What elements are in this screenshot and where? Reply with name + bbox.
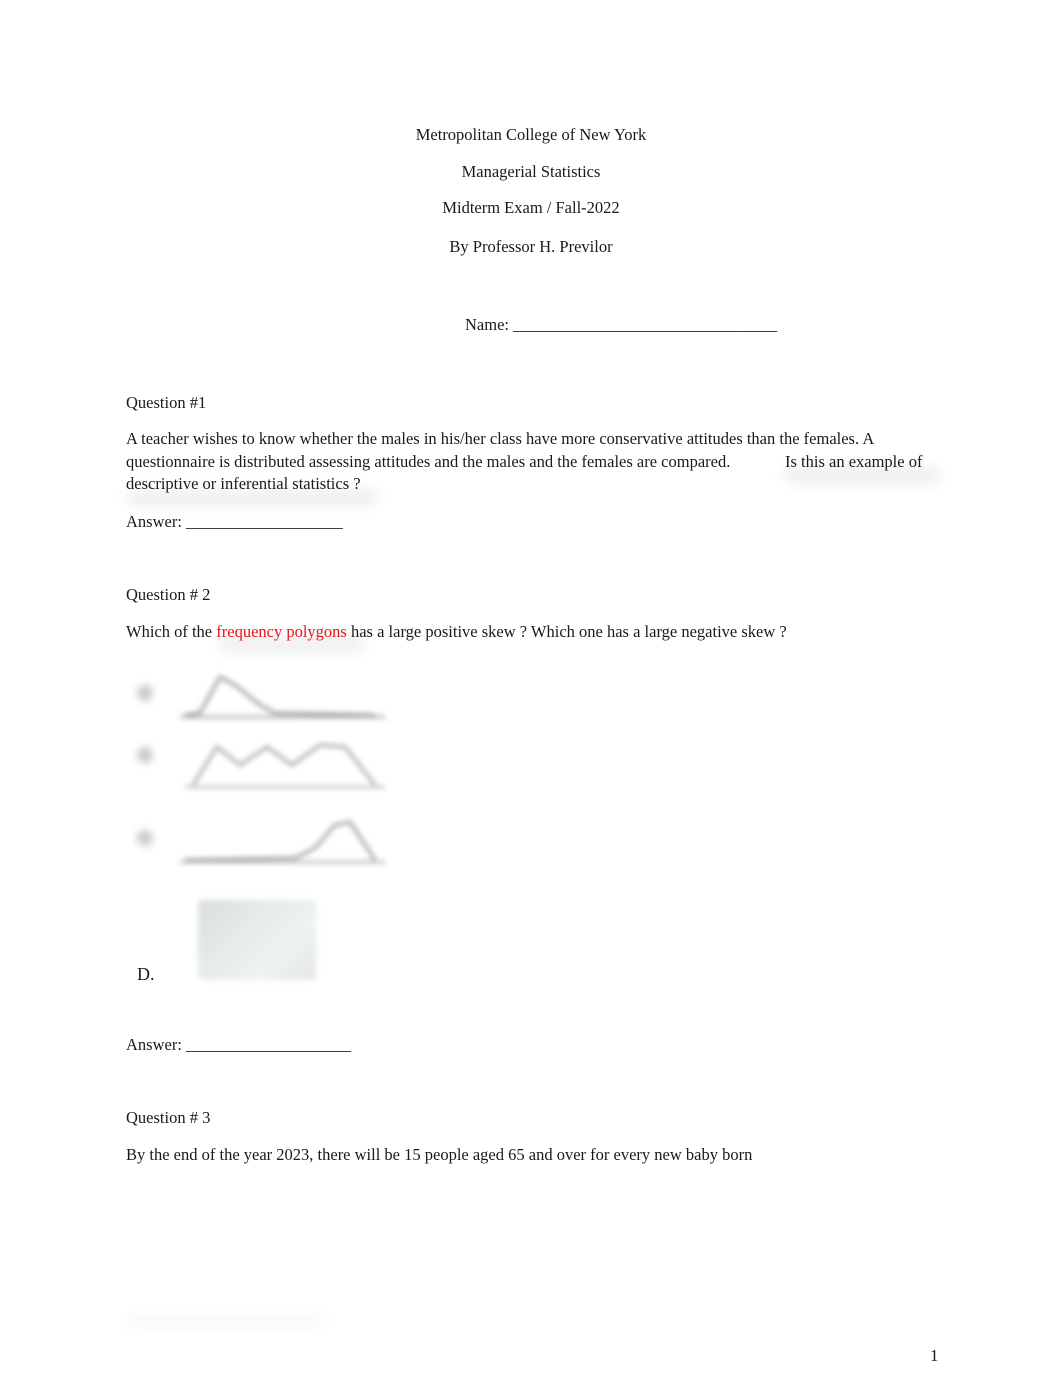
question-1-title: Question #1	[126, 393, 207, 412]
option-a-polygon	[180, 674, 385, 719]
name-blank[interactable]: ________________________________	[513, 315, 777, 334]
question-2-text-before: Which of the	[126, 622, 217, 641]
option-d-image	[198, 900, 316, 980]
author-line: By Professor H. Previlor	[449, 237, 613, 256]
option-a-label	[137, 685, 153, 701]
question-2-text: Which of the frequency polygons has a la…	[126, 622, 787, 642]
answer-label: Answer:	[126, 1035, 182, 1054]
question-1-text-line-1: A teacher wishes to know whether the mal…	[126, 429, 875, 448]
institution-title: Metropolitan College of New York	[415, 125, 647, 144]
option-c-polygon	[180, 820, 385, 864]
answer-blank[interactable]: ___________________	[186, 512, 343, 531]
option-c-label	[137, 830, 153, 846]
question-2-answer[interactable]: Answer: ____________________	[126, 1035, 351, 1055]
question-1-text-line-3: descriptive or inferential statistics ?	[126, 474, 361, 493]
question-3-text: By the end of the year 2023, there will …	[126, 1145, 753, 1164]
exam-title: Midterm Exam / Fall-2022	[442, 198, 620, 217]
name-field[interactable]: Name: ________________________________	[465, 315, 777, 335]
answer-label: Answer:	[126, 512, 182, 531]
question-1-text-line-2-tail: Is this an example of	[785, 452, 923, 471]
option-d-label: D.	[137, 964, 155, 984]
option-b-label	[137, 747, 153, 763]
answer-blank[interactable]: ____________________	[186, 1035, 351, 1054]
question-2-title: Question # 2	[126, 585, 211, 604]
question-3-title: Question # 3	[126, 1108, 211, 1127]
question-1-answer[interactable]: Answer: ___________________	[126, 512, 343, 532]
name-label: Name:	[465, 315, 509, 334]
course-title: Managerial Statistics	[461, 162, 601, 181]
option-b-polygon	[185, 743, 385, 789]
page-number: 1	[930, 1346, 939, 1365]
question-2-text-after: has a large positive skew ? Which one ha…	[346, 622, 787, 641]
question-1-text-line-2: questionnaire is distributed assessing a…	[126, 452, 731, 471]
footer-divider	[126, 1318, 324, 1324]
frequency-polygons-highlight: frequency polygons	[216, 622, 347, 641]
